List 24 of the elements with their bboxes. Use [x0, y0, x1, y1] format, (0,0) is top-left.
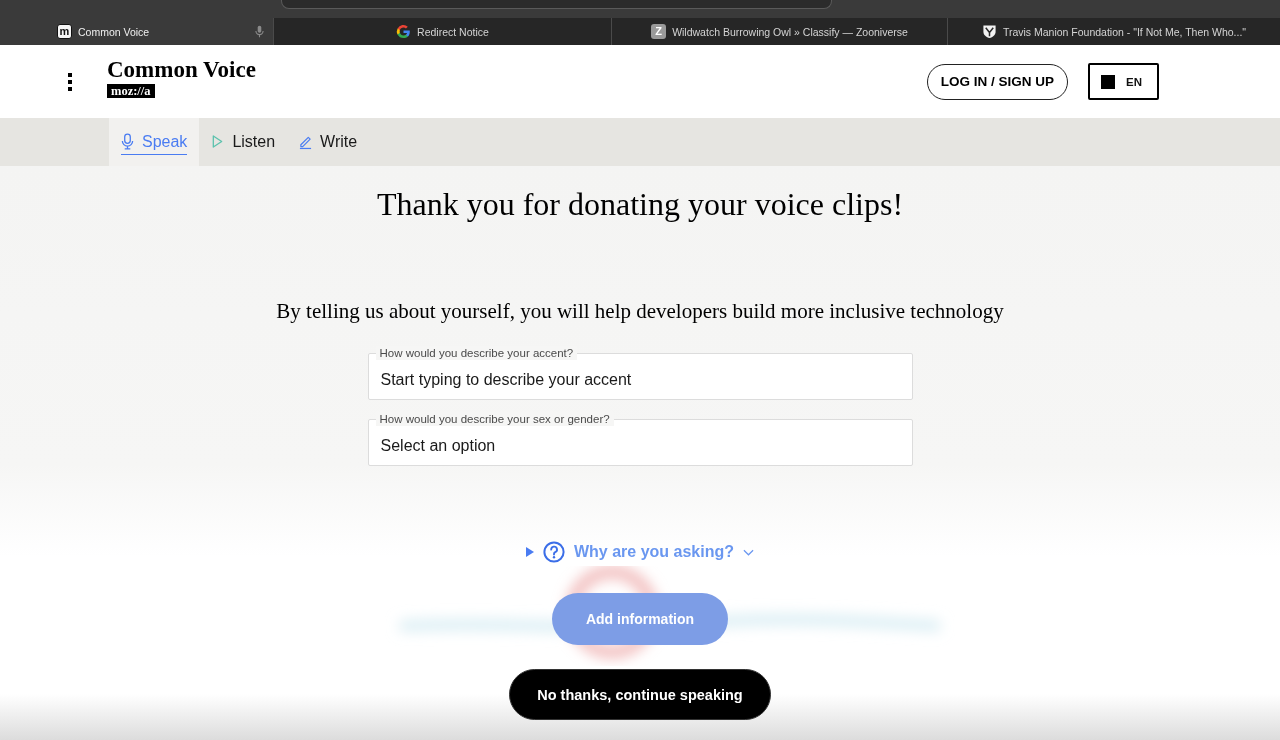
- page-subheading: By telling us about yourself, you will help developers build more inclusive technology: [276, 298, 1004, 325]
- continue-speaking-button[interactable]: No thanks, continue speaking: [509, 669, 771, 720]
- browser-tab[interactable]: Redirect Notice: [273, 18, 611, 45]
- microphone-icon: [121, 133, 134, 150]
- browser-tab[interactable]: Travis Manion Foundation - "If Not Me, Then Who...": [947, 18, 1280, 45]
- field-label: How would you describe your accent?: [375, 346, 578, 360]
- login-button[interactable]: LOG IN / SIGN UP: [927, 63, 1068, 100]
- play-icon: [211, 133, 225, 150]
- nav-tab[interactable]: Write: [287, 118, 370, 166]
- browser-tab[interactable]: Z Wildwatch Burrowing Owl » Classify — Zooniverse: [611, 18, 947, 45]
- multicolor-g-icon: [396, 24, 412, 39]
- logo-badge: moz://a: [107, 83, 155, 98]
- help-icon: [542, 541, 565, 563]
- chevron-down-icon: [743, 548, 754, 556]
- letter-favicon-icon: m: [57, 24, 72, 39]
- language-button[interactable]: EN: [1088, 63, 1159, 100]
- site-logo-title[interactable]: Common Voice: [107, 57, 256, 82]
- nav-tab[interactable]: Listen: [199, 118, 288, 166]
- square-icon: [1101, 74, 1115, 89]
- shield-icon: [981, 24, 997, 39]
- page-heading: Thank you for donating your voice clips!: [376, 185, 904, 224]
- letter-favicon-icon: Z: [651, 24, 667, 39]
- menu-icon[interactable]: [68, 72, 72, 91]
- field-label: How would you describe your sex or gender?: [375, 412, 614, 426]
